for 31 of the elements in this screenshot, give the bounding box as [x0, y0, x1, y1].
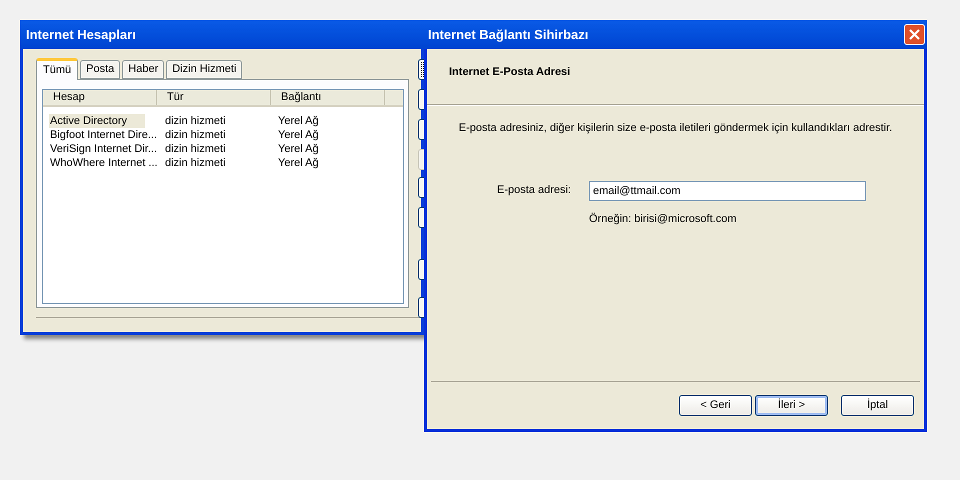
- close-icon: [909, 29, 920, 40]
- table-cell: Yerel Ağ: [277, 114, 320, 128]
- table-cell: Yerel Ağ: [277, 142, 320, 156]
- column-header[interactable]: Hesap: [43, 90, 157, 105]
- table-cell: VeriSign Internet Dir...: [49, 142, 158, 156]
- table-cell: Bigfoot Internet Dire...: [49, 128, 158, 142]
- table-cell: dizin hizmeti: [164, 128, 227, 142]
- email-field[interactable]: email@ttmail.com: [589, 180, 866, 200]
- table-cell: Active Directory: [49, 114, 146, 128]
- field-label: E-posta adresi:: [497, 183, 572, 198]
- tab[interactable]: Haber: [122, 60, 164, 79]
- table-cell: dizin hizmeti: [164, 114, 227, 128]
- page-heading: Internet E-Posta Adresi: [449, 66, 570, 78]
- close-button[interactable]: [904, 24, 925, 45]
- column-header[interactable]: Tür: [157, 90, 271, 105]
- wizard-button[interactable]: İptal: [841, 395, 914, 416]
- table-cell: Yerel Ağ: [277, 128, 320, 142]
- tab[interactable]: Posta: [80, 60, 120, 79]
- column-header[interactable]: Bağlantı: [271, 90, 385, 105]
- window-title: Internet Hesapları: [20, 20, 424, 49]
- wizard-button[interactable]: < Geri: [679, 395, 752, 416]
- tab[interactable]: Dizin Hizmeti: [166, 60, 242, 79]
- table-cell: dizin hizmeti: [164, 142, 227, 156]
- table-cell: WhoWhere Internet ...: [49, 156, 159, 170]
- window-title: Internet Bağlantı Sihirbazı: [428, 26, 588, 44]
- table-cell: Yerel Ağ: [277, 156, 320, 170]
- wizard-button[interactable]: İleri >: [755, 395, 828, 416]
- tab[interactable]: Tümü: [36, 58, 78, 80]
- table-cell: dizin hizmeti: [164, 156, 227, 170]
- description: E-posta adresiniz, diğer kişilerin size e-posta iletileri göndermek için kullandıkları adrestir.: [458, 121, 892, 136]
- hint-text: Örneğin: birisi@microsoft.com: [589, 212, 736, 224]
